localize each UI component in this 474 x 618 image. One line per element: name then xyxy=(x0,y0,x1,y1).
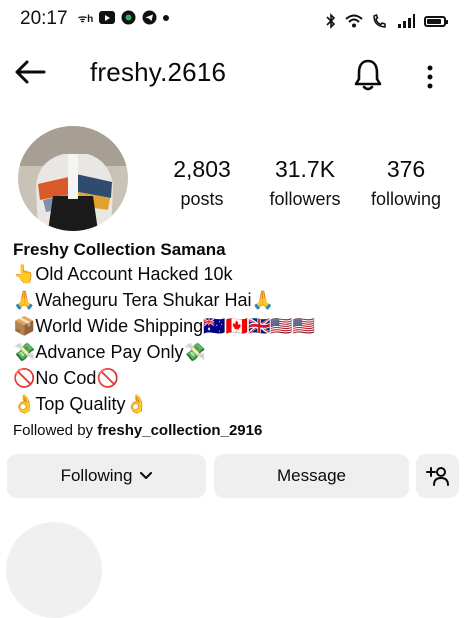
bluetooth-icon xyxy=(326,13,336,29)
battery-level xyxy=(427,18,441,24)
add-user-button[interactable] xyxy=(416,454,459,498)
back-button[interactable] xyxy=(12,56,48,88)
arrow-left-icon xyxy=(15,60,46,84)
posts-label: posts xyxy=(180,189,224,209)
bio-line: 👆Old Account Hacked 10k xyxy=(13,264,233,284)
more-vertical-icon xyxy=(427,65,433,89)
add-person-icon xyxy=(425,467,449,486)
chevron-down-icon xyxy=(140,472,153,480)
notification-dot-icon xyxy=(163,14,170,21)
following-label: following xyxy=(370,189,442,209)
bell-icon xyxy=(354,59,382,91)
followed-by-user[interactable]: freshy_collection_2916 xyxy=(97,422,262,439)
bio-line: 🚫No Cod🚫 xyxy=(13,368,119,388)
followers-count: 31.7K xyxy=(274,156,336,182)
status-time: 20:17 xyxy=(20,8,68,29)
message-button-label: Message xyxy=(277,466,346,485)
following-button-label: Following xyxy=(60,466,133,485)
following-button[interactable]: Following xyxy=(7,454,206,498)
story-highlight[interactable] xyxy=(6,522,102,618)
signal-icon xyxy=(397,14,415,28)
profile-bio: Freshy Collection Samana 👆Old Account Ha… xyxy=(13,238,463,443)
following-count: 376 xyxy=(386,156,426,182)
followed-by-prefix: Followed by xyxy=(13,422,94,439)
notifications-button[interactable] xyxy=(352,58,384,92)
app-icon xyxy=(121,10,136,25)
wifi-calling-icon xyxy=(372,13,388,29)
profile-header: freshy.2616 xyxy=(0,46,474,98)
posts-stat[interactable]: 2,803 posts xyxy=(166,156,238,210)
profile-avatar[interactable] xyxy=(18,126,128,231)
profile-username: freshy.2616 xyxy=(90,57,227,87)
bio-line: 🙏Waheguru Tera Shukar Hai🙏 xyxy=(13,290,274,310)
bio-line: 💸Advance Pay Only💸 xyxy=(13,342,206,362)
bio-line: 👌Top Quality👌 xyxy=(13,394,148,414)
network-speed-icon: ᯤh xyxy=(78,13,94,25)
posts-count: 2,803 xyxy=(173,156,231,182)
followers-label: followers xyxy=(269,189,341,209)
more-options-button[interactable] xyxy=(422,64,438,90)
message-button[interactable]: Message xyxy=(214,454,409,498)
followed-by[interactable]: Followed by freshy_collection_2916 xyxy=(13,419,463,443)
status-bar: 20:17 ᯤh xyxy=(0,0,474,40)
bio-line: 📦World Wide Shipping🇦🇺🇨🇦🇬🇧🇺🇸🇺🇸 xyxy=(13,316,316,336)
wifi-icon xyxy=(345,14,363,28)
battery-icon xyxy=(424,15,448,27)
bio-name: Freshy Collection Samana xyxy=(13,240,226,259)
youtube-icon xyxy=(99,11,116,24)
telegram-icon xyxy=(142,10,157,25)
followers-stat[interactable]: 31.7K followers xyxy=(260,156,350,210)
following-stat[interactable]: 376 following xyxy=(364,156,448,210)
